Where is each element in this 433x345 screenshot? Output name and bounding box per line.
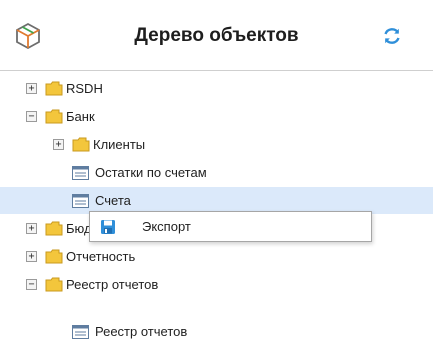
tree-node-account-balances[interactable]: Остатки по счетам bbox=[0, 159, 433, 186]
tree-node-report-registry[interactable]: Реестр отчетов bbox=[0, 318, 433, 345]
tree-node-label[interactable]: Реестр отчетов bbox=[95, 324, 187, 339]
page-title: Дерево объектов bbox=[134, 25, 299, 46]
expand-icon[interactable]: + bbox=[26, 83, 37, 94]
folder-icon bbox=[45, 277, 63, 292]
expand-icon[interactable]: + bbox=[53, 139, 64, 150]
collapse-icon[interactable]: − bbox=[26, 279, 37, 290]
context-menu: Экспорт bbox=[89, 211, 372, 242]
tree-node-label[interactable]: Клиенты bbox=[93, 137, 145, 152]
panel-header: Дерево объектов bbox=[0, 0, 433, 71]
refresh-icon[interactable] bbox=[381, 25, 403, 47]
folder-icon bbox=[45, 221, 63, 236]
folder-icon bbox=[45, 109, 63, 124]
collapse-icon[interactable]: − bbox=[26, 111, 37, 122]
tree-node-label[interactable]: Банк bbox=[66, 109, 95, 124]
context-menu-label[interactable]: Экспорт bbox=[142, 219, 191, 234]
folder-icon bbox=[45, 81, 63, 96]
expand-icon[interactable]: + bbox=[26, 251, 37, 262]
report-icon bbox=[72, 194, 89, 208]
tree-node-rsdh[interactable]: + RSDH bbox=[0, 75, 433, 102]
save-icon bbox=[101, 220, 115, 234]
context-menu-item-export[interactable]: Экспорт bbox=[90, 212, 371, 241]
tree-node-bank[interactable]: − Банк bbox=[0, 103, 433, 130]
tree-node-label[interactable]: Реестр отчетов bbox=[66, 277, 158, 292]
tree-node-accounts[interactable]: Счета bbox=[0, 187, 433, 214]
tree-node-reporting[interactable]: + Отчетность bbox=[0, 243, 433, 270]
expand-icon[interactable]: + bbox=[26, 223, 37, 234]
tree-node-label[interactable]: Отчетность bbox=[66, 249, 135, 264]
folder-icon bbox=[72, 137, 90, 152]
object-tree-panel: Дерево объектов + RSDH − Банк + Клиенты … bbox=[0, 0, 433, 343]
tree-node-label[interactable]: RSDH bbox=[66, 81, 103, 96]
folder-icon bbox=[45, 249, 63, 264]
tree-node-report-registry-folder[interactable]: − Реестр отчетов bbox=[0, 271, 433, 298]
report-icon bbox=[72, 166, 89, 180]
tree-node-label[interactable]: Остатки по счетам bbox=[95, 165, 207, 180]
tree-node-clients[interactable]: + Клиенты bbox=[0, 131, 433, 158]
report-icon bbox=[72, 325, 89, 339]
tree-node-label[interactable]: Счета bbox=[95, 193, 131, 208]
